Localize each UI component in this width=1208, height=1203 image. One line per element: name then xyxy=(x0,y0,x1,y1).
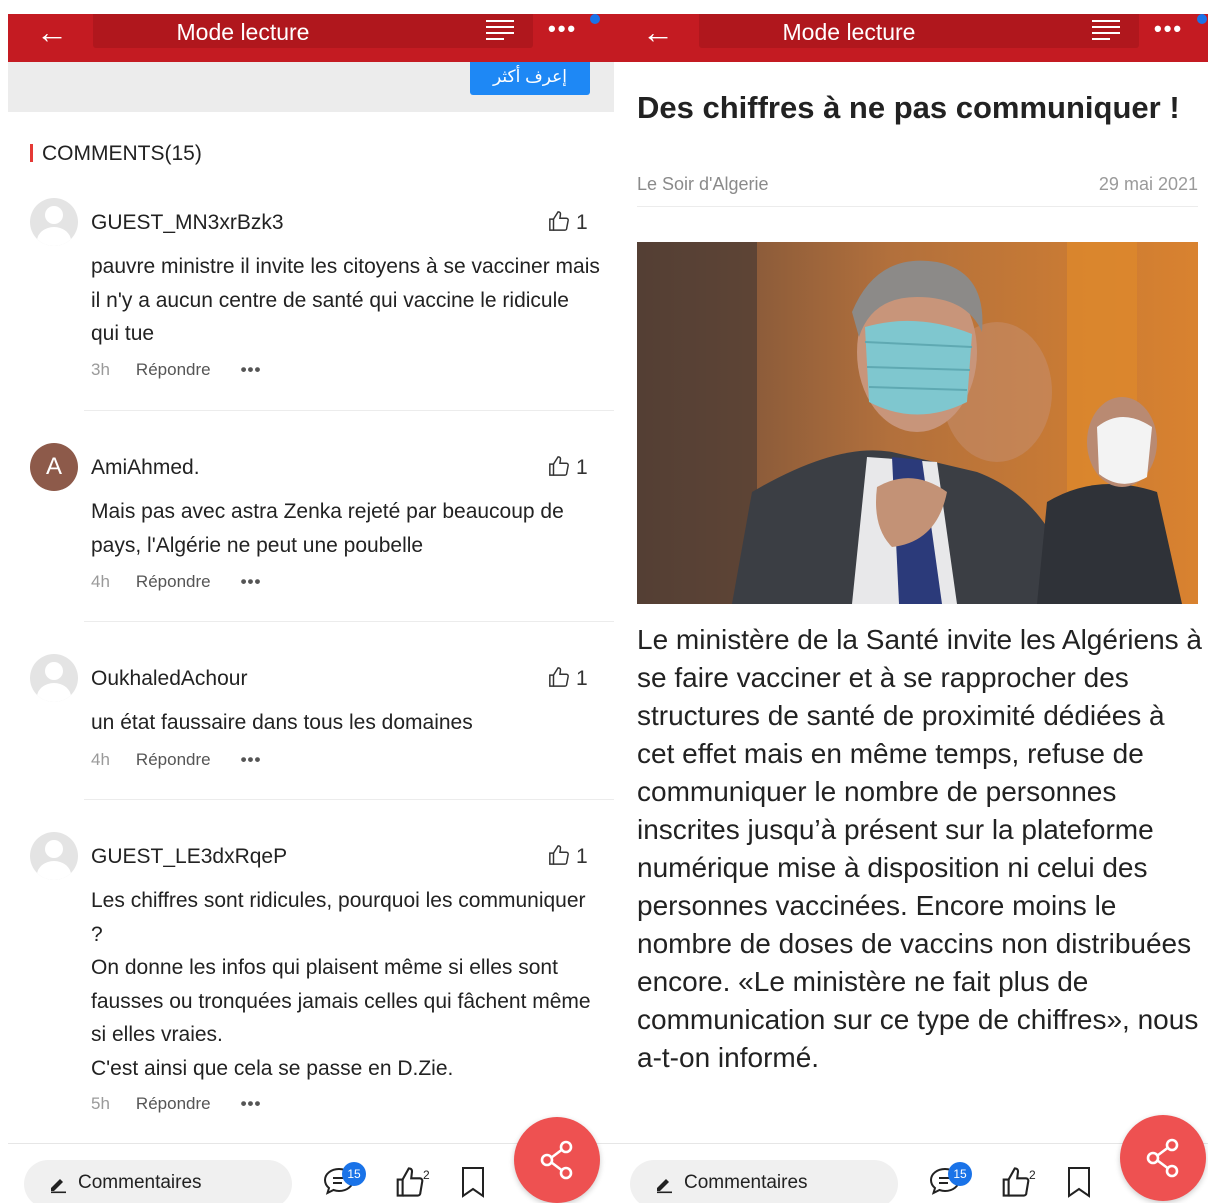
comment-author[interactable]: GUEST_MN3xrBzk3 xyxy=(91,211,284,235)
comment-text: Mais pas avec astra Zenka rejeté par bea… xyxy=(91,500,564,557)
comment-time: 3h xyxy=(91,360,110,379)
page-title: Mode lecture xyxy=(176,19,310,45)
comment-author[interactable]: GUEST_LE3dxRqeP xyxy=(91,845,287,869)
pencil-icon xyxy=(657,1179,672,1194)
comment-more-icon[interactable]: ••• xyxy=(241,572,262,591)
comment-time: 4h xyxy=(91,750,110,769)
comment-more-icon[interactable]: ••• xyxy=(241,750,262,769)
top-bar: ← Mode lecture ••• xyxy=(8,14,614,62)
like-button[interactable]: 1 xyxy=(548,666,588,691)
thumbs-up-icon[interactable] xyxy=(1001,1166,1031,1198)
share-icon xyxy=(540,1140,573,1180)
thumbs-up-icon xyxy=(549,211,569,231)
comment-text: un état faussaire dans tous les domaines xyxy=(91,711,473,734)
notification-dot xyxy=(590,14,600,24)
comment-count-badge: 15 xyxy=(948,1162,972,1186)
comment-meta: 4h Répondre ••• xyxy=(91,750,261,770)
comment-author[interactable]: OukhaledAchour xyxy=(91,667,247,691)
thumbs-up-icon xyxy=(549,845,569,865)
share-button[interactable] xyxy=(514,1117,600,1203)
avatar-placeholder-icon xyxy=(30,832,78,880)
comment-line: On donne les infos qui plaisent même si … xyxy=(91,956,591,1046)
reply-button[interactable]: Répondre xyxy=(136,1094,211,1113)
more-dots-icon[interactable]: ••• xyxy=(1154,16,1183,42)
divider xyxy=(84,799,614,800)
comments-screen: ← Mode lecture ••• إعرف أكثر COMMENTS(15… xyxy=(0,0,614,1203)
divider xyxy=(84,621,614,622)
learn-more-button[interactable]: إعرف أكثر xyxy=(470,62,590,95)
like-button[interactable]: 1 xyxy=(548,844,588,869)
thumbs-up-icon[interactable] xyxy=(395,1166,425,1198)
bookmark-icon[interactable] xyxy=(1066,1166,1092,1198)
comment-time: 5h xyxy=(91,1094,110,1113)
more-dots-icon[interactable]: ••• xyxy=(548,16,577,42)
article-photo xyxy=(637,242,1198,604)
like-count: 2 xyxy=(1029,1168,1036,1182)
comment-meta: 5h Répondre ••• xyxy=(91,1094,261,1114)
thumbs-up-icon xyxy=(549,456,569,476)
share-button[interactable] xyxy=(1120,1115,1206,1201)
text-menu-icon[interactable] xyxy=(486,20,514,42)
divider xyxy=(637,206,1198,207)
reply-button[interactable]: Répondre xyxy=(136,360,211,379)
article-body: Le ministère de la Santé invite les Algé… xyxy=(637,624,1202,1073)
pencil-icon xyxy=(51,1179,66,1194)
back-arrow-icon[interactable]: ← xyxy=(642,16,674,48)
notification-dot xyxy=(1197,14,1207,24)
article-title: Des chiffres à ne pas communiquer ! xyxy=(637,90,1180,125)
reply-button[interactable]: Répondre xyxy=(136,572,211,591)
text-menu-icon[interactable] xyxy=(1092,20,1120,42)
bookmark-icon[interactable] xyxy=(460,1166,486,1198)
comment-text: pauvre ministre il invite les citoyens à… xyxy=(91,255,600,345)
avatar-placeholder-icon xyxy=(30,654,78,702)
article-source[interactable]: Le Soir d'Algerie xyxy=(637,174,769,195)
comment-input-button[interactable]: Commentaires xyxy=(24,1160,292,1203)
comment-count-badge: 15 xyxy=(342,1162,366,1186)
comment-line: C'est ainsi que cela se passe en D.Zie. xyxy=(91,1056,454,1080)
comment-more-icon[interactable]: ••• xyxy=(241,360,262,379)
comment-text: Les chiffres sont ridicules, pourquoi le… xyxy=(91,884,601,1085)
share-icon xyxy=(1146,1138,1179,1178)
comment-time: 4h xyxy=(91,572,110,591)
comments-header: COMMENTS(15) xyxy=(30,142,202,166)
comment-more-icon[interactable]: ••• xyxy=(241,1094,262,1113)
like-button[interactable]: 1 xyxy=(548,210,588,235)
comment-input-button[interactable]: Commentaires xyxy=(630,1160,898,1203)
like-count: 2 xyxy=(423,1168,430,1182)
bottom-bar: Commentaires 15 2 xyxy=(614,1143,1208,1203)
comment-meta: 3h Répondre ••• xyxy=(91,360,261,380)
avatar: A xyxy=(30,443,78,491)
reply-button[interactable]: Répondre xyxy=(136,750,211,769)
back-arrow-icon[interactable]: ← xyxy=(36,16,68,48)
top-bar: ← Mode lecture ••• xyxy=(614,14,1208,62)
comment-meta: 4h Répondre ••• xyxy=(91,572,261,592)
article-date: 29 mai 2021 xyxy=(1098,174,1198,194)
avatar-placeholder-icon xyxy=(30,198,78,246)
article-screen: ← Mode lecture ••• Des chiffres à ne pas… xyxy=(614,0,1208,1203)
divider xyxy=(84,410,614,411)
comment-line: Les chiffres sont ridicules, pourquoi le… xyxy=(91,889,586,946)
like-button[interactable]: 1 xyxy=(548,455,588,480)
page-title: Mode lecture xyxy=(782,19,916,45)
comment-author[interactable]: AmiAhmed. xyxy=(91,456,200,480)
thumbs-up-icon xyxy=(549,667,569,687)
